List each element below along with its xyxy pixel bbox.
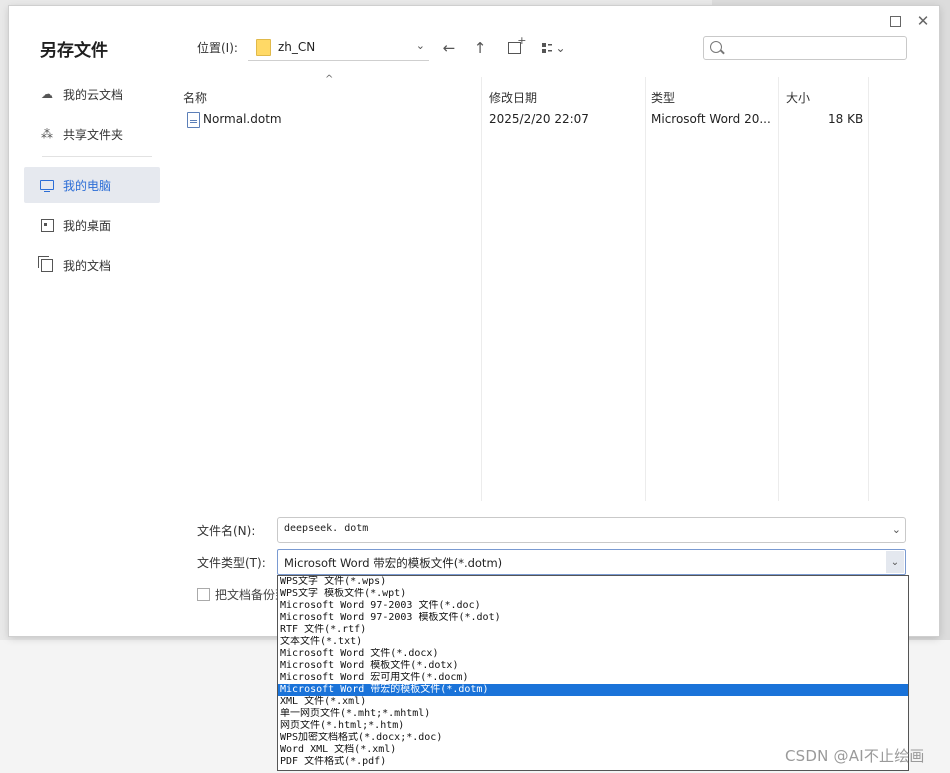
maximize-button[interactable] xyxy=(884,10,906,32)
filetype-option[interactable]: XML 文件(*.xml) xyxy=(278,696,908,708)
documents-icon xyxy=(38,255,54,272)
sidebar-item-label: 我的电脑 xyxy=(63,178,112,193)
back-arrow-icon: ← xyxy=(442,39,456,57)
watermark: CSDN @AI不止绘画 xyxy=(785,747,925,765)
filetype-option[interactable]: WPS文字 文件(*.wps) xyxy=(278,576,908,588)
filetype-option[interactable]: 网页文件(*.html;*.htm) xyxy=(278,720,908,732)
close-button[interactable]: ✕ xyxy=(912,10,934,32)
column-separator xyxy=(868,77,869,501)
sidebar-item-label: 我的文档 xyxy=(63,258,112,273)
column-header-size[interactable]: 大小 xyxy=(786,89,810,106)
search-input[interactable] xyxy=(726,39,900,57)
dialog-title: 另存文件 xyxy=(40,41,108,61)
chevron-down-icon: ⌄ xyxy=(415,39,425,52)
file-size: 18 KB xyxy=(828,112,864,126)
sidebar-divider xyxy=(42,156,152,157)
filetype-option[interactable]: WPS加密文档格式(*.docx;*.doc) xyxy=(278,732,908,744)
filetype-option[interactable]: Microsoft Word 97-2003 模板文件(*.dot) xyxy=(278,612,908,624)
folder-icon xyxy=(256,38,271,56)
column-separator xyxy=(645,77,646,501)
search-box[interactable] xyxy=(703,36,907,60)
backup-checkbox[interactable] xyxy=(197,588,210,601)
shared-folder-icon: ⁂ xyxy=(41,127,53,141)
view-mode-button[interactable]: ⌄ xyxy=(537,37,571,59)
search-icon xyxy=(710,41,722,53)
filetype-dropdown-list: WPS文字 文件(*.wps) WPS文字 模板文件(*.wpt) Microsof… xyxy=(277,575,909,771)
filetype-option[interactable]: RTF 文件(*.rtf) xyxy=(278,624,908,636)
chevron-down-icon[interactable]: ⌄ xyxy=(892,523,901,536)
sort-ascending-icon: ^ xyxy=(325,74,334,85)
sidebar-item-my-desktop[interactable]: 我的桌面 xyxy=(24,207,160,243)
new-folder-button[interactable] xyxy=(503,34,527,59)
filename-value: deepseek. dotm xyxy=(284,523,369,534)
sidebar-item-label: 我的云文档 xyxy=(63,87,124,102)
location-value: zh_CN xyxy=(278,40,316,54)
sidebar-item-cloud-docs[interactable]: ☁ 我的云文档 xyxy=(24,76,160,112)
file-list: 名称 ^ 修改日期 类型 大小 Normal.dotm 2025/2/20 22… xyxy=(175,74,871,501)
filetype-value: Microsoft Word 带宏的模板文件(*.dotm) xyxy=(284,556,503,570)
new-folder-icon xyxy=(507,34,527,54)
filetype-option[interactable]: Microsoft Word 文件(*.docx) xyxy=(278,648,908,660)
computer-icon xyxy=(40,178,54,193)
close-icon: ✕ xyxy=(916,12,930,30)
sidebar-item-label: 共享文件夹 xyxy=(63,127,124,142)
chevron-down-icon[interactable]: ⌄ xyxy=(886,551,904,573)
save-as-dialog: ✕ 另存文件 位置(I): zh_CN ⌄ ← ↑ ⌄ ☁ 我的云文档 ⁂ 共享… xyxy=(9,6,939,636)
location-label: 位置(I): xyxy=(197,41,238,55)
filetype-select[interactable]: Microsoft Word 带宏的模板文件(*.dotm) ⌄ xyxy=(277,549,906,575)
document-icon xyxy=(187,112,200,128)
location-select[interactable]: zh_CN ⌄ xyxy=(248,34,429,61)
file-type: Microsoft Word 20... xyxy=(651,112,771,126)
maximize-icon xyxy=(889,15,901,27)
column-separator xyxy=(481,77,482,501)
filetype-option[interactable]: 文本文件(*.txt) xyxy=(278,636,908,648)
sidebar: ☁ 我的云文档 ⁂ 共享文件夹 我的电脑 我的桌面 我的文档 xyxy=(24,76,160,287)
sidebar-item-my-documents[interactable]: 我的文档 xyxy=(24,247,160,283)
column-header-type[interactable]: 类型 xyxy=(651,89,675,106)
desktop-icon xyxy=(40,218,54,232)
filetype-option[interactable]: WPS文字 模板文件(*.wpt) xyxy=(278,588,908,600)
file-name: Normal.dotm xyxy=(203,112,282,126)
sidebar-item-my-computer[interactable]: 我的电脑 xyxy=(24,167,160,203)
column-header-label: 名称 xyxy=(183,91,208,105)
column-header-name[interactable]: 名称 xyxy=(183,89,207,106)
filetype-option[interactable]: Microsoft Word 带宏的模板文件(*.dotm) xyxy=(278,684,908,696)
filetype-option[interactable]: Microsoft Word 97-2003 文件(*.doc) xyxy=(278,600,908,612)
sidebar-item-shared-folder[interactable]: ⁂ 共享文件夹 xyxy=(24,116,160,152)
filename-label: 文件名(N): xyxy=(197,524,256,538)
cloud-icon: ☁ xyxy=(41,87,53,101)
backup-option[interactable]: 把文档备份到 xyxy=(197,586,287,603)
view-mode-icon: ⌄ xyxy=(542,41,566,55)
filetype-option[interactable]: 单一网页文件(*.mht;*.mhtml) xyxy=(278,708,908,720)
file-row[interactable]: Normal.dotm 2025/2/20 22:07 Microsoft Wo… xyxy=(175,105,871,128)
file-modified: 2025/2/20 22:07 xyxy=(489,112,589,126)
up-folder-button[interactable]: ↑ xyxy=(469,37,491,59)
up-arrow-icon: ↑ xyxy=(473,39,487,57)
back-button[interactable]: ← xyxy=(438,37,460,59)
filetype-option[interactable]: Microsoft Word 模板文件(*.dotx) xyxy=(278,660,908,672)
filename-field[interactable]: deepseek. dotm ⌄ xyxy=(277,517,906,543)
filetype-option[interactable]: Microsoft Word 宏可用文件(*.docm) xyxy=(278,672,908,684)
column-separator xyxy=(778,77,779,501)
sidebar-item-label: 我的桌面 xyxy=(63,218,112,233)
column-header-modified[interactable]: 修改日期 xyxy=(489,89,537,106)
filetype-label: 文件类型(T): xyxy=(197,556,266,570)
